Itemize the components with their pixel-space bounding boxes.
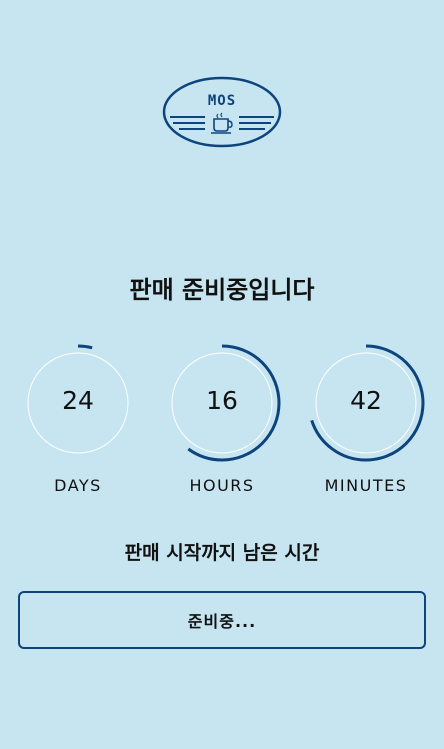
minutes-label: MINUTES <box>324 476 408 495</box>
days-value: 24 <box>62 386 94 415</box>
preparing-status-button[interactable]: 준비중... <box>18 591 426 649</box>
brand-logo: MOS <box>161 76 283 148</box>
minutes-value: 42 <box>350 386 382 415</box>
logo-emblem <box>162 76 282 148</box>
coffee-cup-icon <box>211 112 233 134</box>
page-title: 판매 준비중입니다 <box>129 276 315 304</box>
days-label: DAYS <box>54 476 102 495</box>
hours-value: 16 <box>206 386 238 415</box>
hours-label: HOURS <box>189 476 255 495</box>
countdown-subtitle: 판매 시작까지 남은 시간 <box>124 542 320 564</box>
logo-text: MOS <box>207 93 237 109</box>
